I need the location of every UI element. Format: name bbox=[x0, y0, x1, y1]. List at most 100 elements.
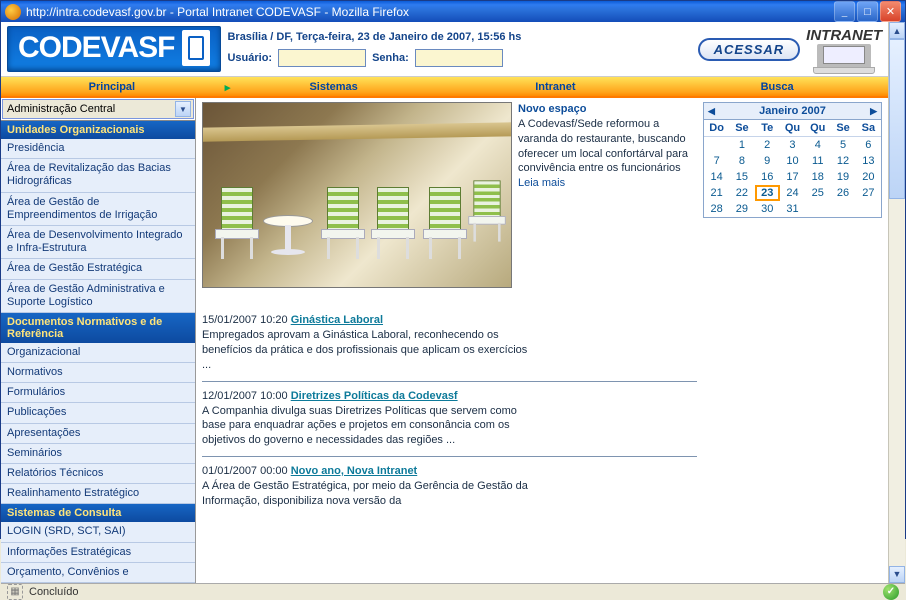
close-button[interactable]: ✕ bbox=[880, 1, 901, 22]
news-headline[interactable]: Diretrizes Políticas da Codevasf bbox=[291, 390, 458, 402]
cal-day[interactable]: 17 bbox=[780, 169, 805, 185]
pass-input[interactable] bbox=[415, 49, 503, 67]
sidebar-item[interactable]: Orçamento, Convênios e bbox=[1, 563, 195, 583]
cal-dow: Qu bbox=[805, 120, 830, 137]
cal-day[interactable]: 12 bbox=[830, 153, 855, 169]
vertical-scrollbar[interactable]: ▲ ▼ bbox=[888, 22, 905, 583]
sidebar-list: Unidades OrganizacionaisPresidênciaÁrea … bbox=[1, 121, 195, 583]
header-meta: Brasília / DF, Terça-feira, 23 de Janeir… bbox=[227, 31, 691, 67]
cal-title: Janeiro 2007 bbox=[759, 105, 826, 117]
cal-day[interactable]: 7 bbox=[704, 153, 729, 169]
lead-body: A Codevasf/Sede reformou a varanda do re… bbox=[518, 117, 697, 176]
cal-day[interactable]: 29 bbox=[729, 201, 754, 217]
cal-day bbox=[805, 201, 830, 217]
sidebar-item[interactable]: Área de Desenvolvimento Integrado e Infr… bbox=[1, 226, 195, 259]
cal-day[interactable]: 18 bbox=[805, 169, 830, 185]
calendar-grid: DoSeTeQuQuSeSa 1234567891011121314151617… bbox=[704, 120, 881, 217]
sidebar-item[interactable]: Área de Gestão Administrativa e Suporte … bbox=[1, 280, 195, 313]
minimize-button[interactable]: _ bbox=[834, 1, 855, 22]
user-input[interactable] bbox=[278, 49, 366, 67]
sidebar: Administração Central ▼ Unidades Organiz… bbox=[1, 98, 196, 583]
nav-busca[interactable]: Busca bbox=[666, 81, 888, 93]
sidebar-item[interactable]: Publicações bbox=[1, 403, 195, 423]
browser-window: http://intra.codevasf.gov.br - Portal In… bbox=[0, 0, 906, 539]
news-body: Empregados aprovam a Ginástica Laboral, … bbox=[202, 328, 532, 373]
news-datetime: 15/01/2007 10:20 bbox=[202, 314, 291, 326]
cal-day[interactable]: 22 bbox=[729, 185, 754, 201]
cal-day[interactable]: 6 bbox=[856, 137, 881, 154]
sidebar-item[interactable]: Área de Gestão Estratégica bbox=[1, 259, 195, 279]
cal-next[interactable]: ▶ bbox=[870, 106, 877, 117]
content-row: CODEVASF Brasília / DF, Terça-feira, 23 … bbox=[1, 22, 905, 583]
sidebar-item[interactable]: Área de Revitalização das Bacias Hidrogr… bbox=[1, 159, 195, 192]
maximize-button[interactable]: □ bbox=[857, 1, 878, 22]
login-button[interactable]: ACESSAR bbox=[698, 38, 801, 61]
cal-day[interactable]: 15 bbox=[729, 169, 754, 185]
window-titlebar: http://intra.codevasf.gov.br - Portal In… bbox=[1, 1, 905, 22]
calendar: ◀ Janeiro 2007 ▶ DoSeTeQuQuSeSa 12345678… bbox=[703, 102, 882, 218]
cal-day[interactable]: 28 bbox=[704, 201, 729, 217]
sidebar-item[interactable]: Apresentações bbox=[1, 424, 195, 444]
cal-day[interactable]: 11 bbox=[805, 153, 830, 169]
cal-day[interactable]: 5 bbox=[830, 137, 855, 154]
cal-day[interactable]: 4 bbox=[805, 137, 830, 154]
window-controls: _ □ ✕ bbox=[834, 1, 901, 22]
sidebar-item[interactable]: Área de Gestão de Empreendimentos de Irr… bbox=[1, 193, 195, 226]
sidebar-item[interactable]: Presidência bbox=[1, 139, 195, 159]
cal-day[interactable]: 30 bbox=[755, 201, 780, 217]
cal-day[interactable]: 19 bbox=[830, 169, 855, 185]
cal-day bbox=[830, 201, 855, 217]
cal-prev[interactable]: ◀ bbox=[708, 106, 715, 117]
cal-day[interactable]: 20 bbox=[856, 169, 881, 185]
sidebar-item[interactable]: Realinhamento Estratégico bbox=[1, 484, 195, 504]
pass-label: Senha: bbox=[372, 52, 409, 64]
sidebar-item[interactable]: Normativos bbox=[1, 363, 195, 383]
header-banner: CODEVASF Brasília / DF, Terça-feira, 23 … bbox=[1, 22, 888, 77]
sidebar-heading: Sistemas de Consulta bbox=[1, 504, 195, 522]
sidebar-item[interactable]: Relatórios Técnicos bbox=[1, 464, 195, 484]
news-headline[interactable]: Novo ano, Nova Intranet bbox=[291, 465, 418, 477]
scroll-down-button[interactable]: ▼ bbox=[889, 566, 905, 583]
sidebar-item[interactable]: Formulários bbox=[1, 383, 195, 403]
lead-more-link[interactable]: Leia mais bbox=[518, 177, 565, 189]
cal-day[interactable]: 25 bbox=[805, 185, 830, 201]
chevron-down-icon: ▼ bbox=[175, 101, 191, 117]
sidebar-item[interactable]: Seminários bbox=[1, 444, 195, 464]
scroll-track[interactable] bbox=[889, 39, 905, 566]
news-list: 15/01/2007 10:20 Ginástica Laboral Empreg… bbox=[202, 306, 697, 517]
nav-intranet[interactable]: Intranet bbox=[445, 81, 667, 93]
main-nav: Principal ▸Sistemas Intranet Busca bbox=[1, 77, 888, 98]
cal-day[interactable]: 24 bbox=[780, 185, 805, 201]
nav-sistemas[interactable]: ▸Sistemas bbox=[223, 81, 445, 93]
scroll-up-button[interactable]: ▲ bbox=[889, 22, 905, 39]
news-body: A Área de Gestão Estratégica, por meio d… bbox=[202, 479, 532, 509]
sidebar-item[interactable]: LOGIN (SRD, SCT, SAI) bbox=[1, 522, 195, 542]
cal-day bbox=[856, 201, 881, 217]
cal-day[interactable]: 9 bbox=[755, 153, 780, 169]
news-headline[interactable]: Ginástica Laboral bbox=[291, 314, 383, 326]
codevasf-logo: CODEVASF bbox=[7, 26, 221, 72]
cal-day[interactable]: 10 bbox=[780, 153, 805, 169]
cal-day[interactable]: 13 bbox=[856, 153, 881, 169]
org-select[interactable]: Administração Central ▼ bbox=[2, 99, 194, 119]
cal-day bbox=[704, 137, 729, 154]
scroll-thumb[interactable] bbox=[889, 39, 905, 199]
news-datetime: 12/01/2007 10:00 bbox=[202, 390, 291, 402]
cal-day[interactable]: 3 bbox=[780, 137, 805, 154]
sidebar-item[interactable]: Organizacional bbox=[1, 343, 195, 363]
cal-day[interactable]: 1 bbox=[729, 137, 754, 154]
cal-day[interactable]: 31 bbox=[780, 201, 805, 217]
news-item: 15/01/2007 10:20 Ginástica Laboral Empreg… bbox=[202, 306, 697, 381]
cal-day[interactable]: 14 bbox=[704, 169, 729, 185]
cal-day[interactable]: 27 bbox=[856, 185, 881, 201]
cal-day[interactable]: 21 bbox=[704, 185, 729, 201]
status-doc-icon: ▦ bbox=[7, 584, 23, 600]
cal-day[interactable]: 23 bbox=[755, 185, 780, 201]
cal-day[interactable]: 16 bbox=[755, 169, 780, 185]
logo-text: CODEVASF bbox=[18, 31, 174, 65]
nav-principal[interactable]: Principal bbox=[1, 81, 223, 93]
sidebar-item[interactable]: Informações Estratégicas bbox=[1, 543, 195, 563]
cal-day[interactable]: 26 bbox=[830, 185, 855, 201]
cal-day[interactable]: 2 bbox=[755, 137, 780, 154]
cal-day[interactable]: 8 bbox=[729, 153, 754, 169]
